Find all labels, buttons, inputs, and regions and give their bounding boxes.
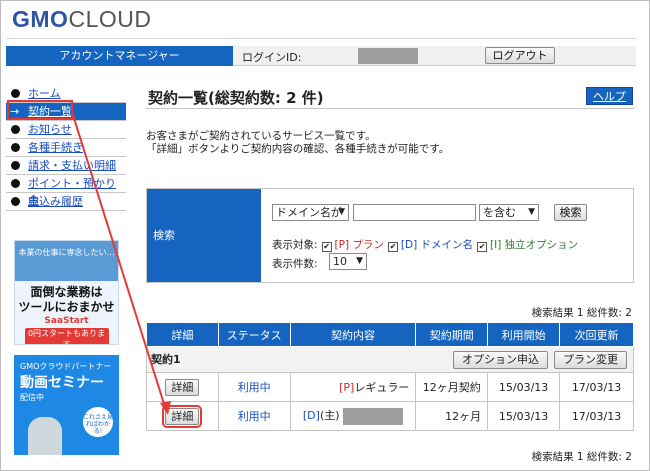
annotation-arrow — [71, 111, 171, 415]
